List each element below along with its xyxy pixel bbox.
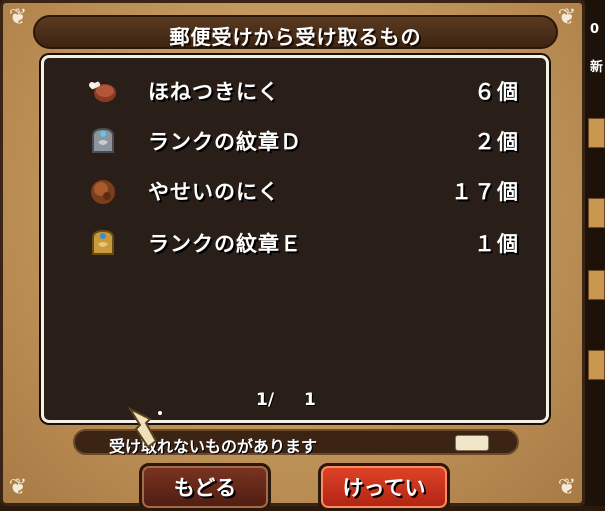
ornament-corner-icon: ❦ bbox=[557, 475, 577, 500]
item-list: ほねつきにく ６個 ランクの紋章Ｄ ２個 やせいのにく １７個 ランクの紋章Ｅ … bbox=[41, 55, 549, 423]
silver-emblem-icon bbox=[92, 127, 114, 153]
side-counter: 0 bbox=[590, 22, 600, 37]
list-item[interactable]: ランクの紋章Ｅ １個 bbox=[44, 224, 546, 264]
ornament-corner-icon: ❦ bbox=[8, 5, 28, 30]
item-name: ランクの紋章Ｅ bbox=[148, 232, 302, 256]
page-current: 1/ bbox=[256, 390, 275, 410]
side-new-label: 新 bbox=[590, 60, 604, 75]
page-indicator: 1/ 1 bbox=[256, 390, 316, 410]
side-tab[interactable] bbox=[588, 198, 605, 228]
list-item[interactable]: ランクの紋章Ｄ ２個 bbox=[44, 122, 546, 162]
side-tab[interactable] bbox=[588, 350, 605, 380]
ornament-corner-icon: ❦ bbox=[557, 5, 577, 30]
dialog-title: 郵便受けから受け取るもの bbox=[169, 25, 422, 49]
item-quantity: ２個 bbox=[474, 130, 520, 154]
item-name: やせいのにく bbox=[148, 180, 280, 204]
back-button[interactable]: もどる bbox=[139, 463, 271, 511]
pointer-hand-icon bbox=[127, 406, 162, 449]
gold-emblem-icon bbox=[92, 229, 114, 255]
item-name: ランクの紋章Ｄ bbox=[148, 130, 302, 154]
confirm-button[interactable]: けってい bbox=[318, 463, 450, 511]
item-quantity: １個 bbox=[474, 232, 520, 256]
item-quantity: ６個 bbox=[474, 80, 520, 104]
list-item[interactable]: やせいのにく １７個 bbox=[44, 172, 546, 212]
item-name: ほねつきにく bbox=[148, 80, 280, 104]
list-item[interactable]: ほねつきにく ６個 bbox=[44, 72, 546, 112]
ornament-corner-icon: ❦ bbox=[8, 475, 28, 500]
mailbox-dialog: ❦ ❦ ❦ ❦ 郵便受けから受け取るもの ほねつきにく ６個 ランクの紋章Ｄ ２… bbox=[0, 0, 585, 511]
side-tab[interactable] bbox=[588, 118, 605, 148]
side-panel bbox=[585, 0, 605, 506]
side-tab[interactable] bbox=[588, 270, 605, 300]
wild-meat-icon bbox=[91, 180, 115, 204]
page-total: 1 bbox=[303, 390, 316, 410]
item-quantity: １７個 bbox=[451, 180, 520, 204]
keyboard-icon[interactable] bbox=[455, 435, 489, 451]
title-bar: 郵便受けから受け取るもの bbox=[33, 15, 558, 49]
bone-meat-icon bbox=[89, 81, 116, 102]
